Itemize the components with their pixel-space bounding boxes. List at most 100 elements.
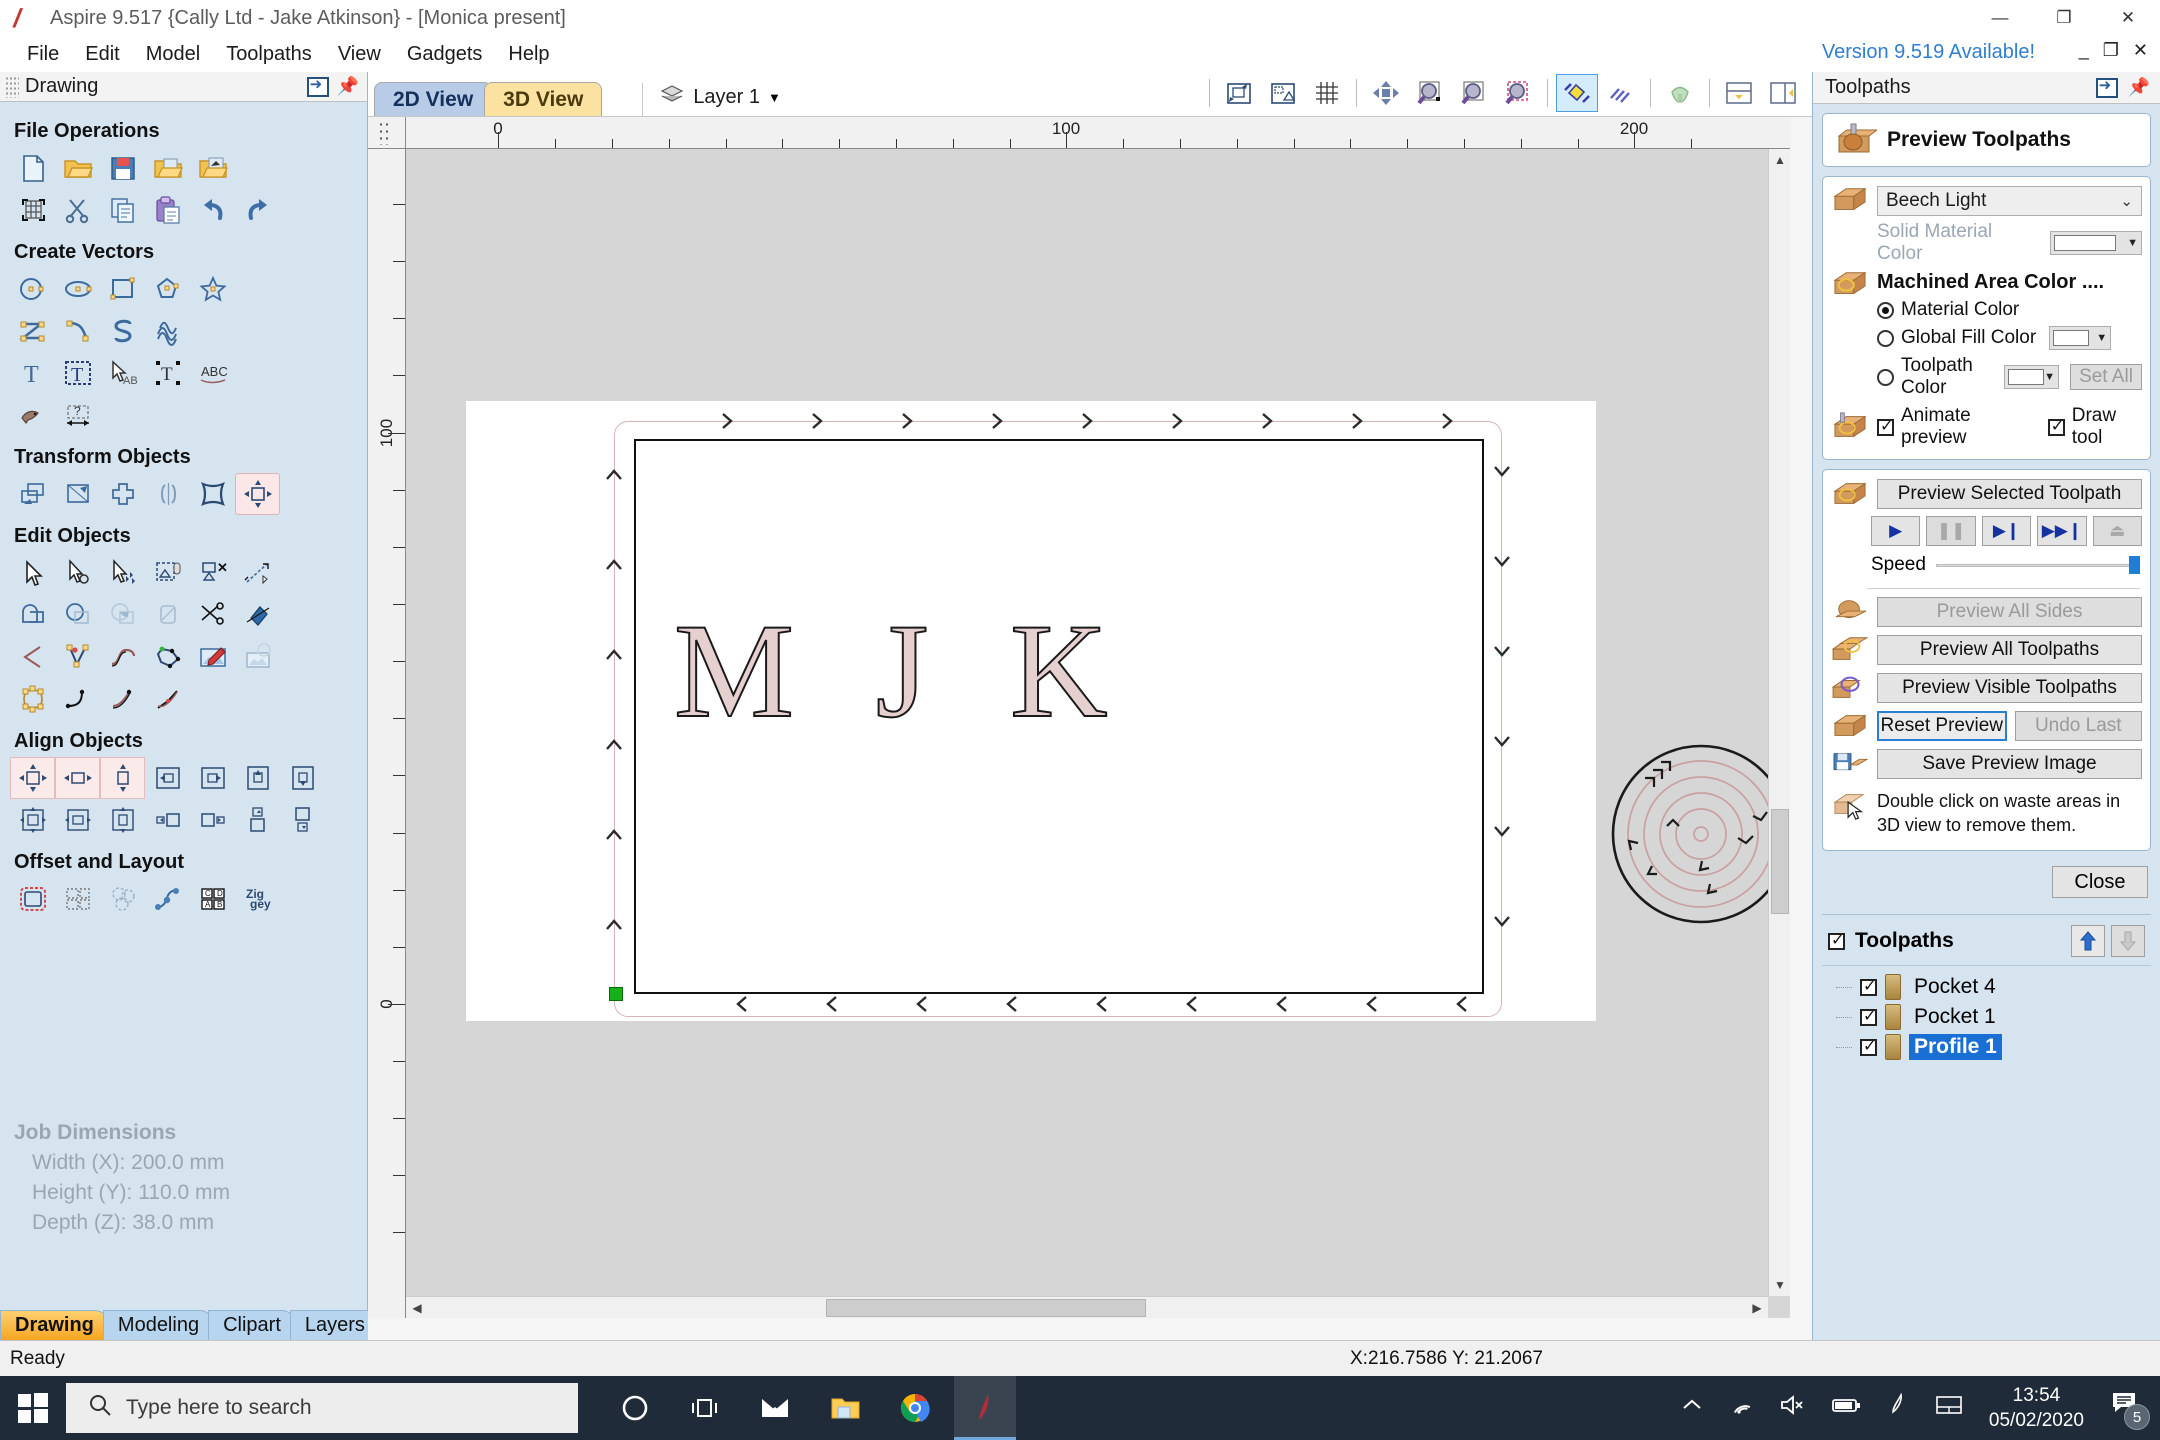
fill-icon[interactable] — [235, 594, 280, 636]
solid-material-color-swatch[interactable]: ▼ — [2050, 231, 2142, 255]
material-select[interactable]: Beech Light ⌄ — [1877, 186, 2142, 216]
xy-datum-marker[interactable] — [609, 987, 623, 1001]
draw-curve-icon[interactable] — [55, 310, 100, 352]
distort-icon[interactable] — [190, 473, 235, 515]
star-icon[interactable] — [190, 268, 235, 310]
version-available-link[interactable]: Version 9.519 Available! — [1822, 41, 2035, 64]
draw-tool-option[interactable]: Draw tool — [2047, 405, 2142, 449]
minimize-button[interactable]: — — [1968, 0, 2032, 36]
toolpath-name[interactable]: Pocket 1 — [1909, 1004, 2001, 1030]
menu-file[interactable]: File — [14, 39, 72, 70]
preview-all-toolpaths-button[interactable]: Preview All Toolpaths — [1877, 635, 2142, 665]
horizontal-scroll-thumb[interactable] — [826, 1299, 1146, 1317]
trim-icon[interactable] — [145, 594, 190, 636]
taskbar-search-box[interactable]: Type here to search — [66, 1383, 578, 1433]
align-v-center-icon[interactable] — [100, 757, 145, 799]
subtract-icon[interactable] — [55, 594, 100, 636]
animate-preview-option[interactable]: Animate preview — [1877, 405, 2026, 449]
texture-icon[interactable] — [145, 310, 190, 352]
menu-help[interactable]: Help — [495, 39, 562, 70]
vertical-scroll-thumb[interactable] — [1771, 809, 1789, 914]
select-icon[interactable] — [10, 552, 55, 594]
insert-node-icon[interactable] — [55, 636, 100, 678]
trace-bitmap-icon[interactable] — [10, 394, 55, 436]
set-size-icon[interactable] — [235, 473, 280, 515]
save-preview-image-button[interactable]: Save Preview Image — [1877, 749, 2142, 779]
import-icon[interactable] — [190, 147, 235, 189]
open-recent-icon[interactable] — [145, 147, 190, 189]
transform-icon[interactable] — [100, 552, 145, 594]
radio-toolpath-color[interactable] — [1877, 368, 1894, 386]
undo-icon[interactable] — [190, 189, 235, 231]
zoom-to-selection-icon[interactable] — [1218, 74, 1260, 112]
close-vector-icon[interactable] — [145, 636, 190, 678]
polyline-icon[interactable] — [10, 310, 55, 352]
align-bottom-obj-icon[interactable] — [280, 799, 325, 841]
option-global-fill-color[interactable]: Global Fill Color ▼ — [1877, 326, 2142, 350]
move-up-icon[interactable] — [2071, 925, 2105, 957]
copy-along-curve-icon[interactable] — [145, 878, 190, 920]
option-material-color[interactable]: Material Color — [1877, 299, 2142, 321]
align-top-obj-icon[interactable] — [235, 799, 280, 841]
battery-icon[interactable] — [1831, 1395, 1861, 1421]
fillet-icon[interactable] — [55, 678, 100, 720]
aspire-icon[interactable] — [954, 1376, 1016, 1440]
scale-icon[interactable] — [55, 473, 100, 515]
design-letters[interactable]: M J K — [673, 603, 1132, 740]
rectangle-icon[interactable] — [100, 268, 145, 310]
split-horizontal-icon[interactable] — [1718, 74, 1760, 112]
array-copy-icon[interactable] — [55, 878, 100, 920]
draw-tool-checkbox[interactable] — [2047, 416, 2065, 436]
preview-all-sides-button[interactable]: Preview All Sides — [1877, 597, 2142, 627]
node-round-icon[interactable] — [10, 678, 55, 720]
new-file-icon[interactable] — [10, 147, 55, 189]
ellipse-icon[interactable] — [55, 268, 100, 310]
doc-minimize-button[interactable]: _ — [2079, 40, 2089, 61]
toolpath-color-swatch[interactable]: ▼ — [2004, 365, 2059, 389]
show-hidden-icons[interactable] — [1681, 1395, 1703, 1421]
radio-global-fill-color[interactable] — [1877, 329, 1894, 347]
list-item[interactable]: Profile 1 — [1822, 1032, 2151, 1062]
smooth-node-icon[interactable] — [100, 636, 145, 678]
mirror-icon[interactable] — [145, 473, 190, 515]
zoom-box-icon[interactable] — [1497, 74, 1539, 112]
stop-button[interactable]: ⏏ — [2092, 516, 2143, 546]
tab-3d-view[interactable]: 3D View — [484, 82, 603, 116]
save-icon[interactable] — [100, 147, 145, 189]
mail-icon[interactable] — [744, 1376, 806, 1440]
windows-start-icon[interactable] — [0, 1376, 66, 1440]
menu-toolpaths[interactable]: Toolpaths — [213, 39, 325, 70]
list-item[interactable]: Pocket 4 — [1822, 972, 2151, 1002]
canvas-horizontal-scrollbar[interactable]: ◀ ▶ — [406, 1296, 1768, 1318]
toolpaths-visibility-checkbox[interactable] — [1828, 930, 1845, 950]
align-center-icon[interactable] — [10, 757, 55, 799]
toolpath-checkbox[interactable] — [1860, 1006, 1877, 1026]
menu-edit[interactable]: Edit — [72, 39, 132, 70]
pocket-spiral-toolpath[interactable] — [1581, 714, 1790, 964]
pause-button[interactable]: ❚❚ — [1926, 516, 1976, 546]
align-bottom-icon[interactable] — [280, 757, 325, 799]
cut-icon[interactable] — [55, 189, 100, 231]
job-setup-icon[interactable] — [10, 189, 55, 231]
tab-layers[interactable]: Layers — [289, 1310, 380, 1340]
pin-icon[interactable]: 📌 — [2128, 77, 2150, 98]
pin-icon[interactable]: 📌 — [337, 76, 359, 97]
node-edit-icon[interactable] — [55, 552, 100, 594]
circle-icon[interactable] — [10, 268, 55, 310]
redo-icon[interactable] — [235, 189, 280, 231]
panel-grip-icon[interactable] — [5, 75, 19, 98]
pen-icon[interactable] — [1887, 1392, 1909, 1423]
open-folder-icon[interactable] — [55, 147, 100, 189]
fast-forward-button[interactable]: ▶▶❙ — [2037, 516, 2087, 546]
zoom-out-icon[interactable] — [1453, 74, 1495, 112]
zoom-in-icon[interactable] — [1409, 74, 1451, 112]
close-button[interactable]: ✕ — [2096, 0, 2160, 36]
zigzag-icon[interactable]: Zig gey — [235, 878, 280, 920]
file-explorer-icon[interactable] — [814, 1376, 876, 1440]
list-item[interactable]: Pocket 1 — [1822, 1002, 2151, 1032]
taskbar-clock[interactable]: 13:54 05/02/2020 — [1989, 1383, 2084, 1433]
toolpath-checkbox[interactable] — [1860, 976, 1877, 996]
align-right-icon[interactable] — [190, 757, 235, 799]
preview-selected-toolpath-button[interactable]: Preview Selected Toolpath — [1877, 479, 2142, 509]
align-h-center-obj-icon[interactable] — [55, 799, 100, 841]
